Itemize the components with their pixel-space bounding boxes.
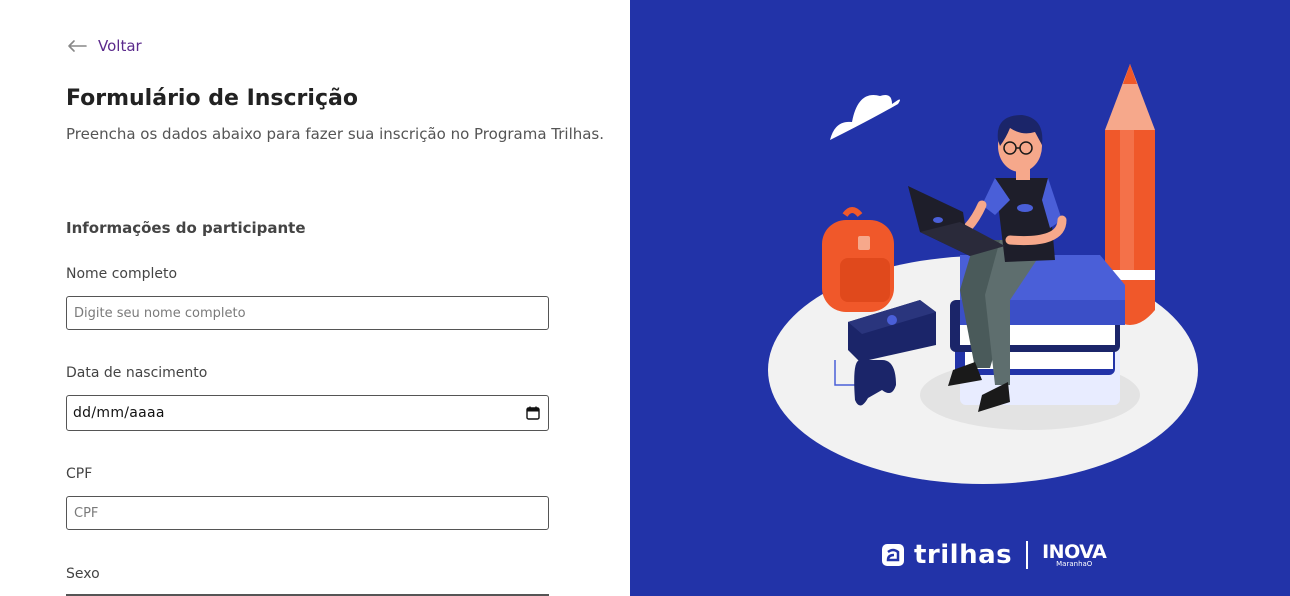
calendar-icon[interactable]: [526, 406, 540, 420]
inova-logo-subtext: MaranhaO: [1056, 559, 1093, 568]
cpf-label: CPF: [66, 466, 93, 482]
inova-logo-text: INOVA: [1042, 540, 1107, 563]
section-title: Informações do participante: [66, 219, 306, 237]
birthdate-label: Data de nascimento: [66, 365, 208, 381]
back-label: Voltar: [98, 37, 142, 55]
sex-label: Sexo: [66, 566, 100, 582]
brand-logos: trilhas INOVA MaranhaO: [882, 540, 1107, 570]
page-subtitle: Preencha os dados abaixo para fazer sua …: [66, 125, 605, 143]
logo-divider: [1026, 541, 1029, 569]
arrow-left-icon: [68, 40, 87, 52]
page-title: Formulário de Inscrição: [66, 86, 358, 111]
birthdate-value: dd/mm/aaaa: [73, 405, 165, 421]
illustration-panel: trilhas INOVA MaranhaO: [630, 0, 1290, 596]
birthdate-input[interactable]: dd/mm/aaaa: [66, 395, 549, 431]
trilhas-logo-text: trilhas: [914, 540, 1013, 570]
back-link[interactable]: Voltar: [66, 37, 142, 55]
student-with-laptop-illustration: [768, 64, 1198, 484]
trilhas-logo-icon: [882, 544, 904, 566]
form-panel: Voltar Formulário de Inscrição Preencha …: [0, 0, 630, 596]
name-label: Nome completo: [66, 266, 178, 282]
name-input[interactable]: [66, 296, 549, 330]
inova-logo: INOVA MaranhaO: [1042, 540, 1107, 568]
backpack-icon: [822, 207, 894, 312]
cpf-input[interactable]: [66, 496, 549, 530]
